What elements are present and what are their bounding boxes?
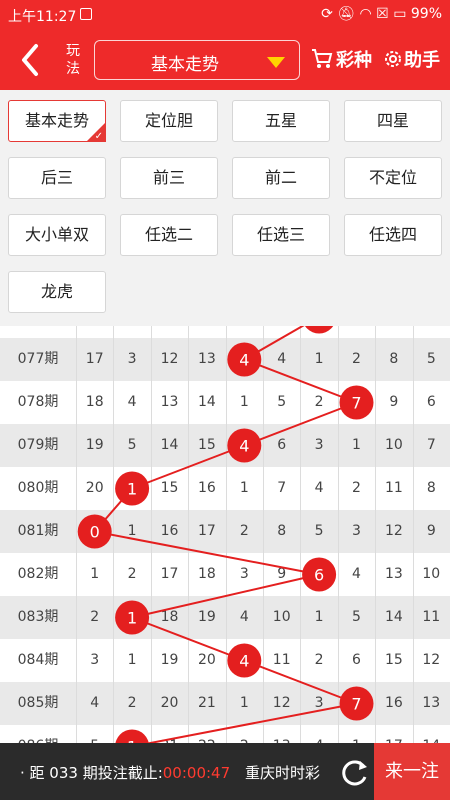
sim-icon: ☒ [376,6,389,22]
winning-number-label: 1 [127,609,137,628]
trend-table[interactable]: 077期1731213441285078期1841314152796079期19… [0,326,450,743]
winning-number-label: 1 [127,480,137,499]
winning-number-label: 0 [90,523,100,542]
mute-icon: 🔕︎ [337,6,356,22]
trend-connector-line [243,401,357,447]
gear-icon[interactable] [382,48,404,70]
cart-icon[interactable] [310,46,334,70]
option-dingweidan[interactable]: 定位胆 [120,100,218,142]
status-bar: 上午11:27 ⟳ 🔕︎ ◠ ☒ ▭ 99% [0,0,450,30]
trend-connector-line [131,573,320,619]
trend-connector-line [94,530,320,576]
trend-connector-line [243,659,357,705]
dropdown-triangle-icon [267,57,285,68]
winning-number-label: 7 [351,695,361,714]
play-mode-select[interactable]: 基本走势 [94,40,300,80]
option-longhu[interactable]: 龙虎 [8,271,106,313]
option-renxuan-san[interactable]: 任选三 [232,214,330,256]
lottery-name: 重庆时时彩 [245,764,321,782]
trend-connector-line [131,616,245,662]
sync-icon: ⟳ [321,6,333,22]
trend-connector-line [131,444,245,490]
winning-number-label: 7 [351,394,361,413]
winning-number-label: 4 [239,437,249,456]
option-qiansan[interactable]: 前三 [120,157,218,199]
option-wuxing[interactable]: 五星 [232,100,330,142]
refresh-icon[interactable] [336,755,372,791]
play-mode-value: 基本走势 [151,55,219,75]
winning-number-ball [305,326,334,334]
winning-number-label: 4 [239,652,249,671]
option-housan[interactable]: 后三 [8,157,106,199]
trend-line-chart: 4741061471 [77,326,374,743]
wifi-icon: ◠ [359,6,372,22]
wanfa-label: 玩法 [66,43,80,77]
option-daxiao-danshuang[interactable]: 大小单双 [8,214,106,256]
countdown-timer: 00:00:47 [162,764,231,782]
checkmark-icon: ✓ [94,131,103,142]
assistant-button[interactable]: 助手 [404,46,440,72]
random-bet-button[interactable]: 来一注 [374,743,450,800]
app-header: 玩法 基本走势 彩种 助手 [0,30,450,90]
trend-connector-line [145,702,357,743]
countdown-prefix: · 距 033 期投注截止: [20,764,163,782]
option-qianer[interactable]: 前二 [232,157,330,199]
option-jiben-zoushi[interactable]: 基本走势 ✓ [8,100,106,142]
battery-icon: ▭ [393,6,407,22]
notification-icon [80,8,92,20]
play-type-options: 基本走势 ✓ 定位胆 五星 四星 后三 前三 前二 不定位 大小单双 任选二 任… [0,90,450,326]
option-sixing[interactable]: 四星 [344,100,442,142]
winning-number-label: 4 [239,351,249,370]
back-arrow-icon[interactable] [14,40,50,80]
lottery-type-button[interactable]: 彩种 [336,46,372,72]
battery-level: 99% [410,6,442,22]
option-renxuan-si[interactable]: 任选四 [344,214,442,256]
winning-number-label: 6 [314,566,324,585]
status-time: 上午11:27 [8,9,77,25]
trend-connector-line [243,358,357,404]
option-budingwei[interactable]: 不定位 [344,157,442,199]
option-renxuan-er[interactable]: 任选二 [120,214,218,256]
